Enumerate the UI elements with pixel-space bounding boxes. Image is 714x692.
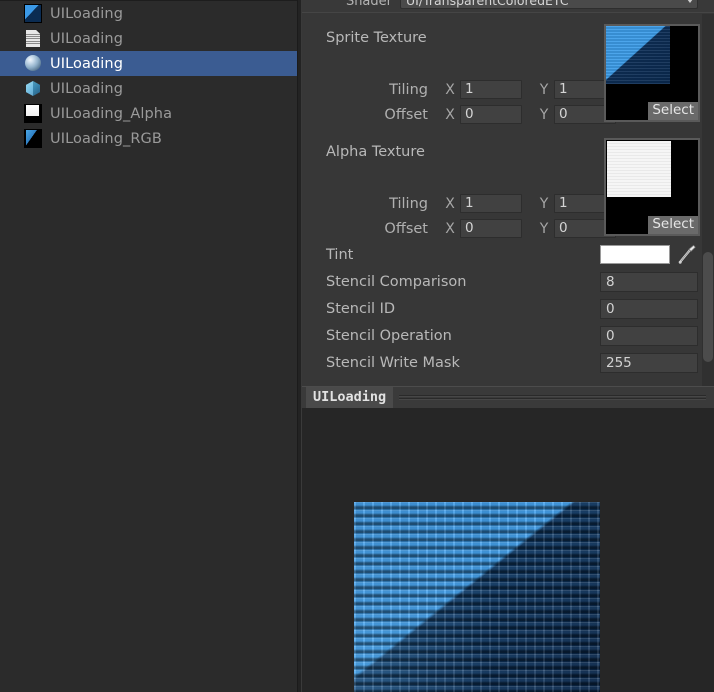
x-axis-tag: X (445, 220, 455, 237)
project-asset-list[interactable]: UILoading UILoading UILoading UILoading … (0, 0, 297, 692)
alpha-tiling-row: Tiling X 1 Y 1 (302, 192, 616, 215)
alpha-select-button[interactable]: Select (648, 216, 698, 234)
section-divider (302, 12, 714, 13)
preview-body[interactable] (302, 408, 714, 692)
y-axis-tag: Y (539, 195, 549, 212)
list-item-label: UILoading (50, 5, 123, 22)
alpha-offset-row: Offset X 0 Y 0 (302, 217, 616, 240)
list-item[interactable]: UILoading (0, 76, 297, 101)
sprite-offset-label: Offset (384, 106, 428, 123)
shader-row: Shader UI/TransparentColoredETC (302, 0, 714, 12)
sprite-offset-x-input[interactable]: 0 (460, 105, 522, 124)
preview-dither-overlay (354, 502, 600, 692)
sprite-offset-row: Offset X 0 Y 0 (302, 103, 616, 126)
material-sphere-icon (24, 54, 42, 73)
property-label: Stencil Write Mask (326, 355, 460, 371)
sprite-tiling-x-input[interactable]: 1 (460, 80, 522, 99)
property-row: Stencil Write Mask 255 (302, 350, 714, 377)
y-axis-tag: Y (539, 220, 549, 237)
shader-dropdown-value: UI/TransparentColoredETC (406, 0, 569, 8)
chevron-down-icon (687, 0, 693, 3)
property-value-input[interactable]: 8 (600, 272, 698, 292)
sprite-tiling-row: Tiling X 1 Y 1 (302, 78, 616, 101)
tint-label: Tint (326, 247, 354, 263)
list-item-label: UILoading_RGB (50, 130, 162, 147)
shader-label: Shader (345, 0, 392, 9)
list-item-label: UILoading (50, 80, 123, 97)
y-axis-tag: Y (539, 81, 549, 98)
prefab-cube-icon (24, 79, 42, 98)
alpha-tiling-x-input[interactable]: 1 (460, 194, 522, 213)
rgb-texture-icon (24, 129, 42, 148)
list-item[interactable]: UILoading (0, 1, 297, 26)
alpha-offset-x-input[interactable]: 0 (460, 219, 522, 238)
alpha-texture-thumbnail[interactable]: Select (604, 138, 700, 236)
alpha-texture-title: Alpha Texture (326, 144, 425, 160)
alpha-offset-label: Offset (384, 220, 428, 237)
list-item-label: UILoading (50, 30, 123, 47)
preview-header[interactable]: UILoading (302, 386, 714, 408)
eyedropper-icon[interactable] (677, 243, 697, 265)
property-row: Stencil Comparison 8 (302, 269, 714, 296)
sprite-tiling-label: Tiling (389, 81, 428, 98)
property-value-input[interactable]: 0 (600, 299, 698, 319)
tint-color-swatch[interactable] (600, 245, 670, 264)
sprite-texture-block: Sprite Texture Tiling X 1 Y 1 Offset X 0… (302, 14, 714, 128)
property-row: Stencil ID 0 (302, 296, 714, 323)
inspector-scrollbar-thumb[interactable] (703, 252, 713, 362)
shader-dropdown[interactable]: UI/TransparentColoredETC (400, 0, 698, 9)
property-row: Stencil Operation 0 (302, 323, 714, 350)
property-label: Stencil Comparison (326, 274, 467, 290)
texture-icon (24, 4, 42, 23)
tint-row: Tint (302, 242, 714, 269)
material-properties: Sprite Texture Tiling X 1 Y 1 Offset X 0… (302, 14, 714, 377)
material-preview-image (354, 502, 600, 692)
property-value-input[interactable]: 0 (600, 326, 698, 346)
drag-handle[interactable] (399, 394, 706, 401)
y-axis-tag: Y (539, 106, 549, 123)
text-asset-icon (24, 29, 42, 48)
list-item-selected[interactable]: UILoading (0, 51, 297, 76)
list-item[interactable]: UILoading_Alpha (0, 101, 297, 126)
alpha-texture-icon (24, 104, 42, 123)
x-axis-tag: X (445, 106, 455, 123)
x-axis-tag: X (445, 195, 455, 212)
inspector-scrollbar[interactable] (702, 14, 714, 389)
list-item-label: UILoading_Alpha (50, 105, 173, 122)
sprite-texture-thumbnail[interactable]: Select (604, 24, 700, 122)
unity-editor-window: UILoading UILoading UILoading UILoading … (0, 0, 714, 692)
sprite-texture-title: Sprite Texture (326, 30, 427, 46)
property-label: Stencil Operation (326, 328, 452, 344)
alpha-texture-block: Alpha Texture Tiling X 1 Y 1 Offset X 0 … (302, 128, 714, 242)
preview-title: UILoading (306, 387, 394, 408)
list-item-label: UILoading (50, 55, 123, 72)
asset-preview-panel: UILoading (302, 386, 714, 692)
alpha-tiling-label: Tiling (389, 195, 428, 212)
sprite-select-button[interactable]: Select (648, 102, 698, 120)
property-value-input[interactable]: 255 (600, 353, 698, 373)
property-label: Stencil ID (326, 301, 396, 317)
list-item[interactable]: UILoading_RGB (0, 126, 297, 151)
list-item[interactable]: UILoading (0, 26, 297, 51)
x-axis-tag: X (445, 81, 455, 98)
